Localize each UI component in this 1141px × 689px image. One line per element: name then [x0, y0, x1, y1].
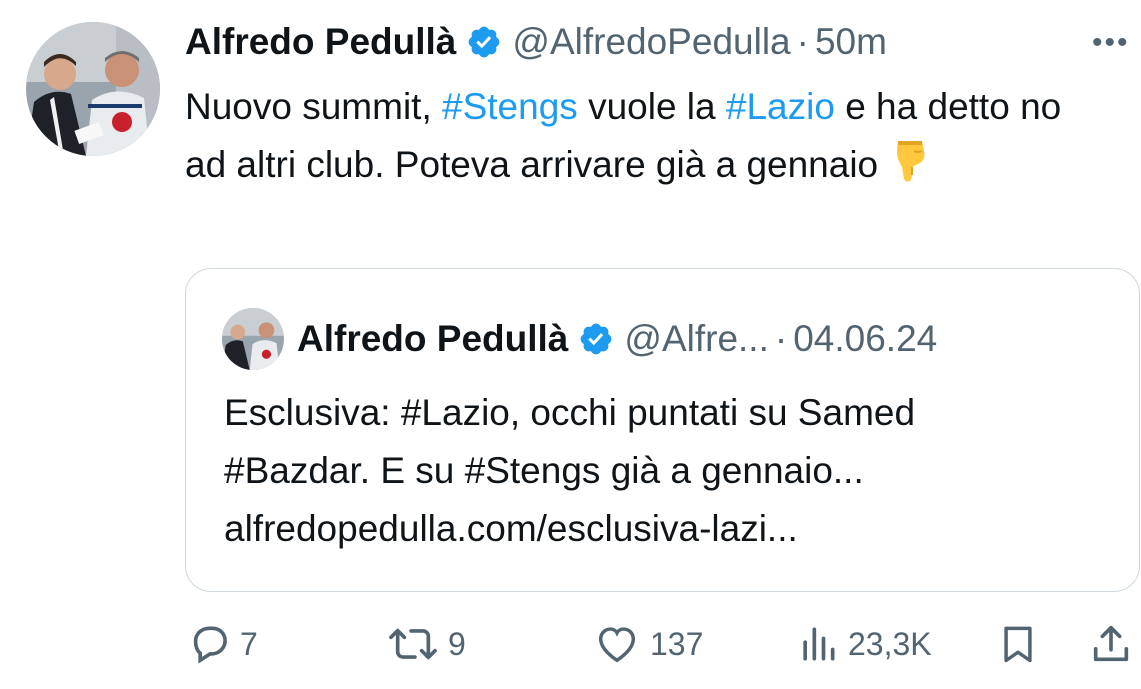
separator-dot: · [774, 318, 788, 359]
separator-dot: · [796, 21, 809, 62]
quoted-link[interactable]: alfredopedulla.com/esclusiva-lazi... [224, 500, 1104, 558]
tweet-action-bar: 7 9 137 23,3K [0, 612, 1141, 676]
quoted-text-line: Esclusiva: #Lazio, occhi puntati su Same… [224, 392, 916, 433]
more-options-icon[interactable]: ••• [1092, 26, 1130, 60]
quoted-author-handle: @Alfre... [624, 318, 769, 359]
hashtag-stengs[interactable]: #Stengs [442, 86, 578, 127]
like-button[interactable]: 137 [592, 612, 703, 676]
share-button[interactable] [1088, 612, 1134, 676]
author-handle[interactable]: @AlfredoPedulla [512, 21, 790, 63]
reply-button[interactable]: 7 [186, 612, 258, 676]
tweet-time[interactable]: 50m [815, 21, 887, 63]
pointing-down-emoji-icon [890, 137, 930, 200]
verified-badge-icon [469, 26, 500, 58]
quoted-tweet-text: Esclusiva: #Lazio, occhi puntati su Same… [224, 384, 1104, 558]
heart-icon [598, 627, 636, 663]
text-part: Nuovo summit, [185, 86, 443, 127]
quoted-text-line: #Bazdar. E su #Stengs già a gennaio... [224, 450, 864, 491]
repost-button[interactable]: 9 [386, 612, 466, 676]
author-avatar[interactable] [26, 22, 160, 156]
quoted-author-avatar [222, 308, 284, 370]
verified-badge-icon [581, 323, 612, 355]
author-name[interactable]: Alfredo Pedullà [185, 21, 456, 63]
view-count: 23,3K [848, 625, 932, 662]
repost-count: 9 [448, 625, 466, 662]
bar-chart-icon [803, 627, 835, 661]
text-part: vuole la [577, 86, 726, 127]
share-icon [1093, 625, 1129, 662]
tweet-text: Nuovo summit, #Stengs vuole la #Lazio e … [185, 78, 1105, 200]
quoted-author-name: Alfredo Pedullà [297, 318, 569, 359]
views-button[interactable]: 23,3K [796, 612, 932, 676]
quoted-tweet-date: 04.06.24 [793, 318, 938, 359]
bookmark-icon [1004, 626, 1032, 663]
repost-icon [389, 628, 437, 660]
quoted-tweet-header: Alfredo Pedullà @Alfre... · 04.06.24 [297, 314, 937, 364]
bookmark-button[interactable] [996, 612, 1040, 676]
reply-icon [193, 626, 227, 664]
hashtag-lazio[interactable]: #Lazio [726, 86, 835, 127]
tweet-header: Alfredo Pedullà @AlfredoPedulla · 50m [185, 18, 887, 66]
reply-count: 7 [240, 625, 258, 662]
like-count: 137 [650, 625, 704, 662]
